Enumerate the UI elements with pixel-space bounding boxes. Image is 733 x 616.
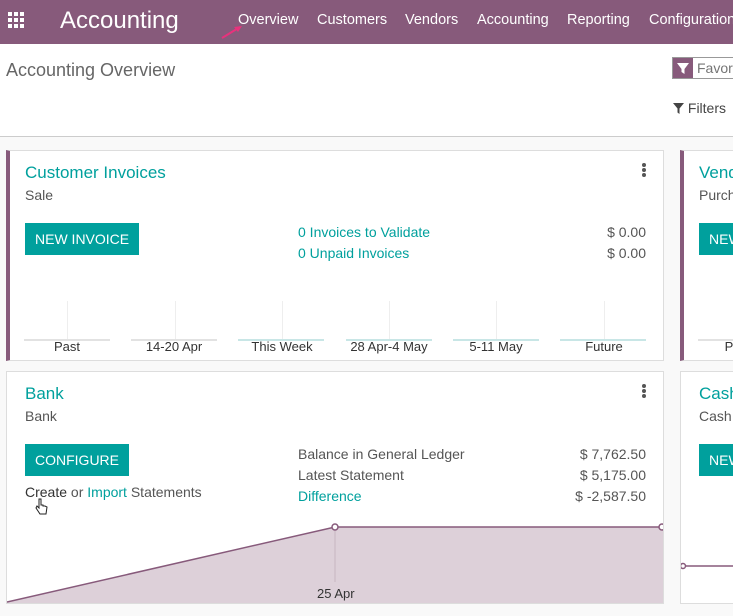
latest-statement-label: Latest Statement (298, 467, 404, 483)
top-navbar: Accounting Overview Customers Vendors Ac… (0, 0, 733, 44)
new-invoice-button[interactable]: NEW INVOICE (25, 223, 140, 255)
difference-amount: $ -2,587.50 (575, 488, 646, 504)
search-input[interactable] (697, 60, 733, 76)
chart-label-future: Future (585, 339, 623, 354)
new-cash-button[interactable]: NEW (699, 444, 733, 476)
filter-icon (673, 103, 684, 114)
menu-accounting[interactable]: Accounting (477, 12, 549, 28)
chart-label-week-1: 14-20 Apr (145, 339, 203, 354)
unpaid-invoices-amount: $ 0.00 (607, 245, 646, 261)
apps-grid-icon[interactable] (8, 12, 26, 30)
page-title: Accounting Overview (6, 60, 176, 80)
menu-reporting[interactable]: Reporting (567, 12, 630, 28)
kebab-menu-icon[interactable] (642, 384, 646, 398)
menu-vendors[interactable]: Vendors (405, 12, 458, 28)
menu-overview[interactable]: Overview (238, 12, 298, 28)
statements-text: Statements (130, 484, 202, 500)
chart-gridline (282, 301, 283, 339)
search-box[interactable] (672, 57, 733, 79)
unpaid-invoices-link[interactable]: 0 Unpaid Invoices (298, 245, 409, 261)
chart-gridline (67, 301, 68, 339)
card-subtitle: Bank (25, 408, 57, 424)
bank-card: Bank Bank CONFIGURE Create or Import Sta… (6, 371, 664, 604)
card-title[interactable]: Bank (25, 384, 64, 404)
chart-label-this-week: This Week (251, 339, 313, 354)
app-brand[interactable]: Accounting (60, 7, 179, 35)
chart-gridline (496, 301, 497, 339)
cash-line-chart (681, 562, 733, 570)
annotation-arrow-icon (221, 26, 242, 39)
vendor-bills-card: Vend Purch NEW P (680, 150, 733, 361)
filters-label: Filters (687, 100, 727, 116)
or-text: or (70, 484, 84, 500)
cash-card: Cash Cash NEW (680, 371, 733, 604)
card-title[interactable]: Vend (699, 163, 733, 183)
chart-gridline (175, 301, 176, 339)
chart-label-week-3: 28 Apr-4 May (350, 339, 428, 354)
hand-cursor-icon (35, 498, 48, 515)
invoices-to-validate-amount: $ 0.00 (607, 224, 646, 240)
chart-point (331, 523, 339, 531)
menu-customers[interactable]: Customers (317, 12, 387, 28)
control-panel: Accounting Overview Filters (0, 44, 733, 137)
balance-ledger-amount: $ 7,762.50 (579, 446, 646, 462)
chart-label-week-4: 5-11 May (469, 339, 523, 354)
chart-point (658, 523, 663, 531)
chart-label-past: Past (53, 339, 80, 354)
new-bill-button[interactable]: NEW (699, 223, 733, 255)
difference-link[interactable]: Difference (298, 488, 362, 504)
create-import-row: Create or Import Statements (25, 484, 202, 500)
import-link[interactable]: Import (87, 484, 127, 500)
chart-gridline (604, 301, 605, 339)
filter-icon (673, 58, 693, 78)
chart-gridline (389, 301, 390, 339)
card-subtitle: Purch (699, 187, 733, 203)
card-title[interactable]: Cash (699, 384, 733, 404)
chart-label: P (724, 339, 733, 354)
invoices-to-validate-link[interactable]: 0 Invoices to Validate (298, 224, 430, 240)
configure-button[interactable]: CONFIGURE (25, 444, 129, 476)
card-title[interactable]: Customer Invoices (25, 163, 166, 183)
balance-ledger-label: Balance in General Ledger (298, 446, 465, 462)
card-subtitle: Cash (699, 408, 732, 424)
chart-x-label: 25 Apr (317, 586, 355, 601)
menu-configuration[interactable]: Configuration (649, 12, 733, 28)
card-subtitle: Sale (25, 187, 54, 203)
filters-button[interactable]: Filters (673, 100, 726, 116)
kebab-menu-icon[interactable] (642, 163, 646, 177)
latest-statement-amount: $ 5,175.00 (579, 467, 646, 483)
customer-invoices-card: Customer Invoices Sale NEW INVOICE 0 Inv… (6, 150, 664, 361)
